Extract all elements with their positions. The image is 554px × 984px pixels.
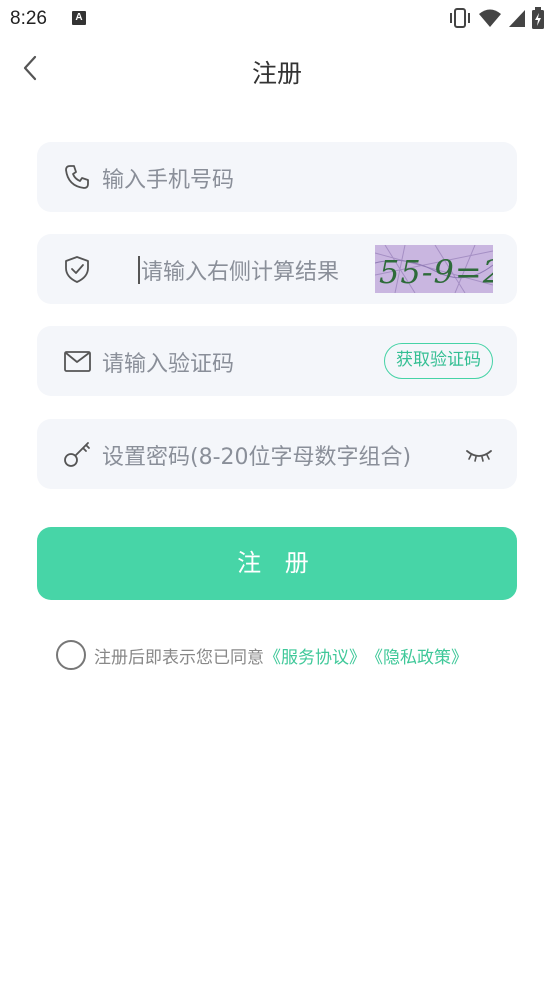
text-caret — [138, 256, 140, 284]
agreement-row: 注册后即表示您已同意 《服务协议》 《隐私政策》 — [56, 640, 468, 670]
verify-code-field[interactable]: 请输入验证码 获取验证码 — [37, 326, 517, 396]
status-bar: 8:26 A — [0, 0, 554, 38]
code-input-placeholder: 请输入验证码 — [102, 352, 235, 377]
captcha-text: 55-9=2 — [379, 253, 493, 291]
password-field[interactable]: 设置密码(8-20位字母数字组合) — [37, 419, 517, 489]
wifi-icon — [479, 9, 501, 27]
vibrate-icon — [450, 8, 470, 28]
captcha-image[interactable]: 55-9=2 — [375, 245, 493, 293]
phone-input-placeholder: 输入手机号码 — [102, 168, 235, 193]
agree-radio[interactable] — [56, 640, 86, 670]
captcha-field[interactable]: 请输入右侧计算结果 55-9=2 — [37, 234, 517, 304]
service-agreement-link[interactable]: 《服务协议》 — [264, 643, 366, 668]
get-code-button[interactable]: 获取验证码 — [384, 343, 493, 379]
nav-bar: 注册 — [0, 42, 554, 102]
eye-closed-icon[interactable] — [465, 443, 493, 465]
page-title: 注册 — [251, 59, 302, 88]
shield-check-icon — [65, 256, 89, 283]
status-time: 8:26 — [10, 8, 47, 29]
mail-icon — [64, 351, 91, 372]
key-icon — [64, 442, 90, 467]
captcha-input-placeholder: 请输入右侧计算结果 — [141, 260, 340, 285]
notification-icon: A — [72, 11, 86, 25]
phone-field[interactable]: 输入手机号码 — [37, 142, 517, 212]
register-button[interactable]: 注 册 — [37, 527, 517, 600]
agreement-text: 注册后即表示您已同意 — [94, 647, 264, 668]
privacy-policy-link[interactable]: 《隐私政策》 — [366, 643, 468, 668]
status-icons — [448, 7, 544, 29]
password-input-placeholder: 设置密码(8-20位字母数字组合) — [102, 445, 412, 470]
phone-icon — [65, 165, 89, 189]
signal-icon — [509, 10, 525, 27]
battery-icon — [532, 7, 544, 29]
